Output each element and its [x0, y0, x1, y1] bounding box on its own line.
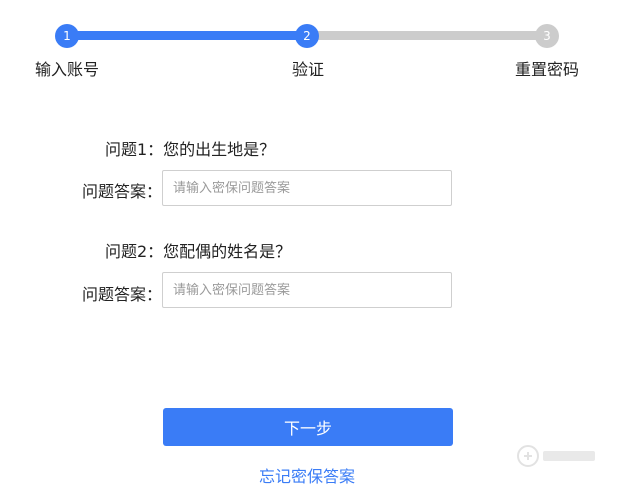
step-3-indicator: 3 [535, 24, 559, 48]
next-step-button[interactable]: 下一步 [163, 408, 453, 446]
answer-1-label: 问题答案： [82, 182, 163, 201]
step-2-indicator: 2 [295, 24, 319, 48]
answer-1-input[interactable] [162, 170, 452, 206]
step-3-label: 重置密码 [515, 60, 580, 79]
step-2-label: 验证 [292, 60, 325, 79]
step-1-indicator: 1 [55, 24, 79, 48]
answer-2-label: 问题答案： [82, 285, 163, 304]
stepper-track-completed [66, 31, 308, 40]
step-1-label: 输入账号 [35, 60, 100, 79]
progress-stepper: 1 2 3 输入账号 验证 重置密码 [0, 0, 618, 90]
security-question-2: 问题2：您配偶的姓名是？ [105, 242, 292, 261]
forgot-answer-link[interactable]: 忘记密保答案 [259, 463, 355, 487]
watermark-logo-icon [517, 445, 595, 467]
security-question-1: 问题1：您的出生地是？ [105, 140, 276, 159]
stepper-track-pending [306, 31, 548, 40]
answer-2-input[interactable] [162, 272, 452, 308]
